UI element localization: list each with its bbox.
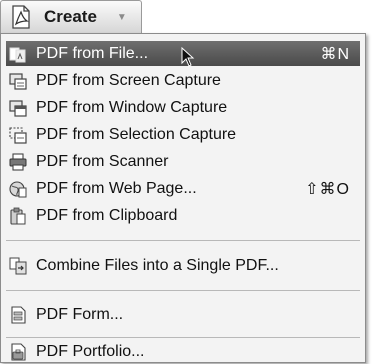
menu-separator bbox=[6, 290, 360, 291]
menu-item-pdf-from-window-capture[interactable]: PDF from Window Capture bbox=[6, 95, 360, 120]
menu-item-label: PDF Portfolio... bbox=[36, 342, 145, 360]
create-button[interactable]: Create ▼ bbox=[0, 0, 142, 33]
menu-item-combine-files[interactable]: Combine Files into a Single PDF... bbox=[6, 253, 360, 278]
menu-item-label: Combine Files into a Single PDF... bbox=[36, 256, 279, 274]
menu-item-pdf-portfolio[interactable]: PDF Portfolio... bbox=[6, 339, 360, 364]
menu-item-label: PDF from Screen Capture bbox=[36, 71, 221, 89]
menu-item-label: PDF from Scanner bbox=[36, 152, 169, 170]
mouse-pointer-icon bbox=[181, 47, 195, 67]
web-page-icon bbox=[9, 180, 27, 197]
menu-item-shortcut: ⇧⌘O bbox=[305, 180, 350, 198]
create-pdf-icon bbox=[12, 5, 30, 29]
menu-item-pdf-from-web-page[interactable]: PDF from Web Page... ⇧⌘O bbox=[6, 176, 360, 201]
menu-item-label: PDF from Web Page... bbox=[36, 179, 197, 197]
menu-item-pdf-from-selection-capture[interactable]: PDF from Selection Capture bbox=[6, 122, 360, 147]
menu-item-pdf-from-clipboard[interactable]: PDF from Clipboard bbox=[6, 203, 360, 228]
menu-separator bbox=[6, 337, 360, 338]
menu-item-label: PDF from Selection Capture bbox=[36, 125, 237, 143]
create-menu: PDF from File... ⌘N PDF from Screen Capt… bbox=[0, 33, 366, 363]
selection-capture-icon bbox=[9, 126, 27, 144]
menu-item-label: PDF from Clipboard bbox=[36, 206, 178, 224]
window-capture-icon bbox=[9, 99, 27, 117]
chevron-down-icon: ▼ bbox=[116, 11, 127, 23]
file-to-pdf-icon bbox=[9, 47, 26, 62]
menu-item-label: PDF Form... bbox=[36, 305, 124, 323]
menu-item-pdf-from-scanner[interactable]: PDF from Scanner bbox=[6, 149, 360, 174]
clipboard-icon bbox=[10, 207, 26, 225]
pdf-portfolio-icon bbox=[11, 342, 26, 361]
menu-item-pdf-form[interactable]: PDF Form... bbox=[6, 302, 360, 327]
menu-item-shortcut: ⌘N bbox=[320, 45, 350, 63]
combine-files-icon bbox=[9, 257, 27, 274]
menu-separator bbox=[6, 240, 360, 241]
menu-item-label: PDF from File... bbox=[36, 44, 149, 62]
pdf-form-icon bbox=[11, 305, 26, 324]
create-button-label: Create bbox=[44, 7, 97, 26]
menu-item-pdf-from-screen-capture[interactable]: PDF from Screen Capture bbox=[6, 68, 360, 93]
screen-capture-icon bbox=[9, 72, 27, 90]
scanner-icon bbox=[9, 152, 27, 171]
menu-item-label: PDF from Window Capture bbox=[36, 98, 228, 116]
